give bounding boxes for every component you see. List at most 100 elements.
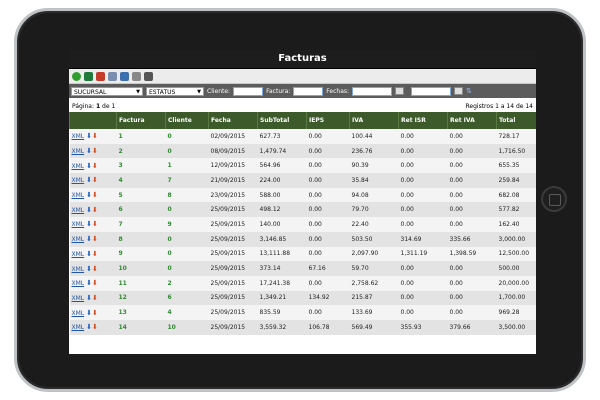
table-row[interactable]: XML ⬇⬇ 6 0 25/09/2015 498.12 0.00 79.70 0.00 0.0… [69,202,536,218]
calendar-icon[interactable] [454,87,464,95]
header-ret-iva[interactable]: Ret IVA [447,112,497,129]
cell-fecha: 25/09/2015 [210,235,246,243]
add-icon[interactable] [72,71,81,81]
table-row[interactable]: XML ⬇⬇ 13 4 25/09/2015 835.59 0.00 133.69 0.00 0… [69,305,536,320]
upload-icon[interactable]: ⬇ [92,250,98,258]
upload-icon[interactable]: ⬇ [92,235,98,243]
cell-ret-iva: 0.00 [449,294,463,302]
upload-icon[interactable]: ⬇ [92,191,98,199]
xml-link[interactable]: XML [72,148,85,155]
factura-input[interactable] [293,86,324,96]
print-icon[interactable] [144,71,153,81]
header-iva[interactable]: IVA [349,112,399,129]
xml-link[interactable]: XML [72,207,85,214]
cell-total: 682.08 [498,191,520,199]
cell-subtotal: 17,241.38 [259,279,291,287]
table-row[interactable]: XML ⬇⬇ 4 7 21/09/2015 224.00 0.00 35.84 0.00 0.0… [69,173,536,188]
cell-cliente: 10 [167,323,176,331]
cell-subtotal: 224.00 [259,176,281,184]
cell-ieps: 0.00 [308,176,322,184]
sort-icon[interactable]: ⇅ [466,87,472,95]
upload-icon[interactable]: ⬇ [92,265,98,273]
estatus-select[interactable]: ESTATUS ▼ [146,86,204,96]
cell-fecha: 25/09/2015 [210,279,246,287]
cell-ieps: 67.16 [308,265,326,273]
fechas-label: Fechas: [326,87,350,95]
table-row[interactable]: XML ⬇⬇ 8 0 25/09/2015 3,146.85 0.00 503.50 314.… [69,231,536,247]
cell-cliente: 2 [167,279,172,287]
xml-link[interactable]: XML [72,266,85,273]
table-row[interactable]: XML ⬇⬇ 9 0 25/09/2015 13,111.88 0.00 2,097.90 1… [69,246,536,262]
table-row[interactable]: XML ⬇⬇ 7 9 25/09/2015 140.00 0.00 22.40 0.00 0.0… [69,217,536,232]
header-ret-isr[interactable]: Ret ISR [398,112,448,129]
xml-link[interactable]: XML [72,133,85,140]
calendar-icon[interactable] [395,87,405,95]
app-screen: Facturas SUCURSAL ▼ ESTATUS ▼ Cliente: F… [69,50,536,354]
upload-icon[interactable]: ⬇ [92,176,98,184]
pagination-bar: Página: 1 de 1 Registros 1 a 14 de 14 [69,100,536,112]
upload-icon[interactable]: ⬇ [92,220,98,228]
xml-link[interactable]: XML [72,324,85,331]
cell-ret-isr: 0.00 [400,162,414,170]
cell-cliente: 7 [167,176,172,184]
current-page: 1 [95,102,101,110]
excel-icon[interactable] [84,71,93,81]
upload-icon[interactable]: ⬇ [92,279,98,287]
header-fecha[interactable]: Fecha [208,112,258,129]
settings-icon[interactable] [108,71,117,81]
table-row[interactable]: XML ⬇⬇ 10 0 25/09/2015 373.14 67.16 59.70 0.00 0… [69,261,536,276]
xml-link[interactable]: XML [72,236,85,243]
toolbar [69,69,536,84]
cell-fecha: 12/09/2015 [210,162,246,170]
view-icon[interactable] [120,71,129,81]
table-row[interactable]: XML ⬇⬇ 12 6 25/09/2015 1,349.21 134.92 215.87 0… [69,290,536,306]
header-ieps[interactable]: IEPS [306,112,350,129]
table-row[interactable]: XML ⬇⬇ 11 2 25/09/2015 17,241.38 0.00 2,758.62… [69,275,536,291]
xml-link[interactable]: XML [72,221,85,228]
cell-total: 655.35 [498,162,520,170]
cell-fecha: 08/09/2015 [210,147,246,155]
upload-icon[interactable]: ⬇ [92,147,98,155]
upload-icon[interactable]: ⬇ [92,132,98,140]
xml-link[interactable]: XML [72,192,85,199]
row-actions: XML ⬇⬇ [70,305,117,320]
fecha-inicio-input[interactable] [352,86,393,96]
cell-iva: 94.08 [351,191,369,199]
pagination-info: Página: 1 de 1 [72,103,115,110]
list-icon[interactable] [132,71,141,81]
table-row[interactable]: XML ⬇⬇ 2 0 08/09/2015 1,479.74 0.00 236.76 0.00… [69,143,536,159]
header-factura[interactable]: Factura [116,112,166,129]
cell-cliente: 6 [167,294,172,302]
xml-link[interactable]: XML [72,163,85,170]
xml-link[interactable]: XML [72,310,85,317]
header-cliente[interactable]: Cliente [165,112,209,129]
upload-icon[interactable]: ⬇ [92,206,98,214]
table-row[interactable]: XML ⬇⬇ 14 10 25/09/2015 3,559.32 106.78 569.49… [69,319,536,335]
cell-fecha: 21/09/2015 [210,176,246,184]
table-row[interactable]: XML ⬇⬇ 1 0 02/09/2015 627.73 0.00 100.44 0.00 0.… [69,129,536,144]
table-row[interactable]: XML ⬇⬇ 5 8 23/09/2015 588.00 0.00 94.08 0.00 0.0… [69,187,536,203]
home-button[interactable] [541,186,567,212]
upload-icon[interactable]: ⬇ [92,162,98,170]
cell-subtotal: 564.96 [259,162,281,170]
xml-link[interactable]: XML [72,280,85,287]
upload-icon[interactable]: ⬇ [92,294,98,302]
xml-link[interactable]: XML [72,295,85,302]
cell-ieps: 0.00 [308,206,322,214]
cell-total: 500.00 [498,265,520,273]
xml-link[interactable]: XML [72,177,85,184]
upload-icon[interactable]: ⬇ [92,309,98,317]
table-row[interactable]: XML ⬇⬇ 3 1 12/09/2015 564.96 0.00 90.39 0.00 0.0… [69,158,536,174]
upload-icon[interactable]: ⬇ [92,323,98,331]
fecha-fin-input[interactable] [411,86,452,96]
cell-factura: 3 [118,162,123,170]
cell-iva: 215.87 [351,294,373,302]
pdf-icon[interactable] [96,71,105,81]
cliente-input[interactable] [233,86,264,96]
chevron-down-icon: ▼ [136,88,140,95]
header-total[interactable]: Total [496,112,536,129]
header-subtotal[interactable]: SubTotal [257,112,307,129]
xml-link[interactable]: XML [72,251,85,258]
cell-fecha: 25/09/2015 [210,265,246,273]
sucursal-select[interactable]: SUCURSAL ▼ [71,86,143,96]
